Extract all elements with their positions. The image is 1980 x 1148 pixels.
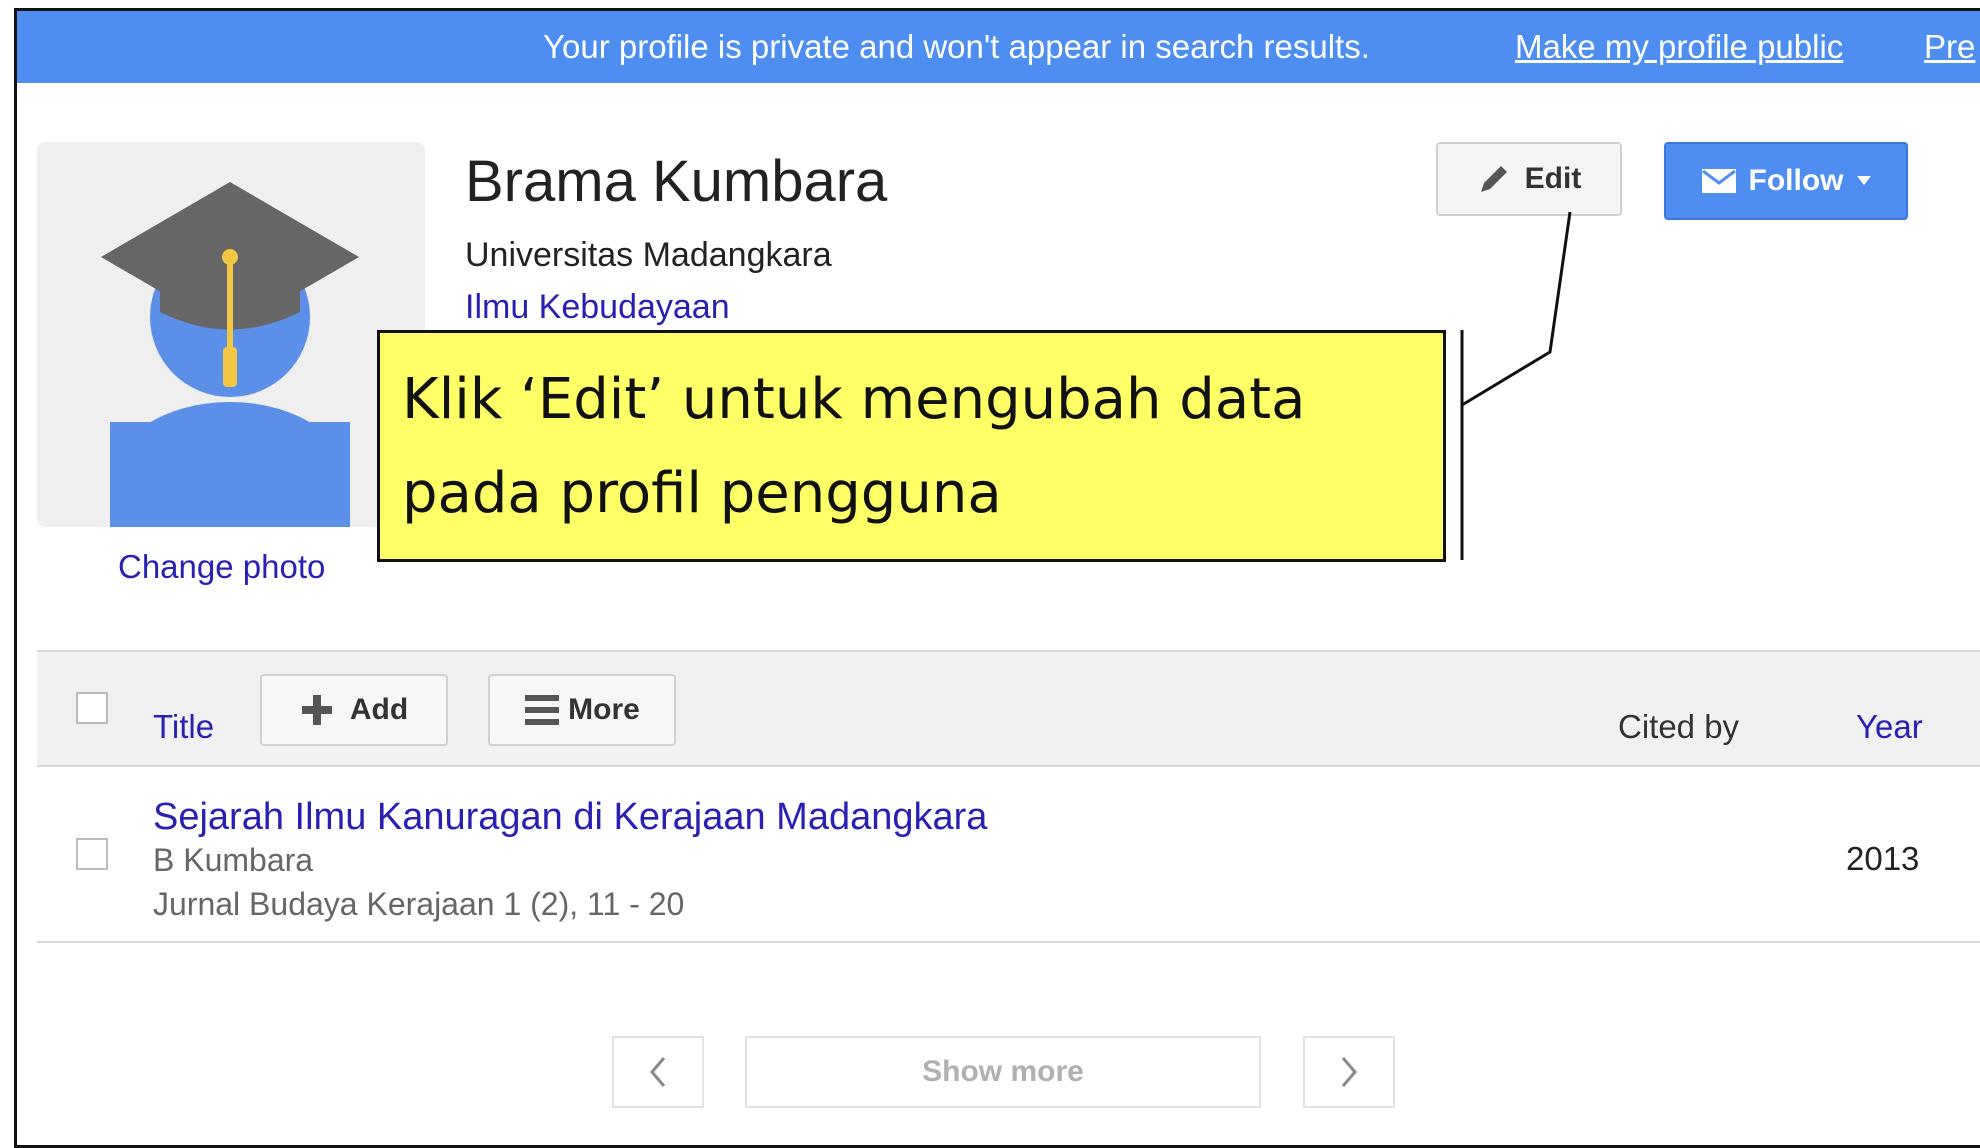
article-year: 2013 <box>1846 840 1920 877</box>
make-profile-public-link[interactable]: Make my profile public <box>1515 28 1843 66</box>
chevron-left-icon <box>648 1055 668 1089</box>
menu-icon <box>524 692 560 728</box>
previous-page-button[interactable] <box>612 1036 704 1108</box>
callout-line-2: pada profil pengguna <box>402 461 1002 526</box>
callout-line-1: Klik ‘Edit’ untuk mengubah data <box>402 367 1306 432</box>
select-all-checkbox[interactable] <box>76 692 108 724</box>
scholar-profile-screenshot: Your profile is private and won't appear… <box>0 0 1980 1148</box>
profile-field-link[interactable]: Ilmu Kebudayaan <box>465 288 730 327</box>
pencil-icon <box>1477 162 1511 196</box>
more-label: More <box>568 693 640 726</box>
add-button[interactable]: Add <box>260 674 448 746</box>
profile-affiliation: Universitas Madangkara <box>465 236 832 274</box>
next-page-button[interactable] <box>1303 1036 1395 1108</box>
plus-icon <box>300 693 334 727</box>
annotation-callout: Klik ‘Edit’ untuk mengubah data pada pro… <box>377 330 1446 562</box>
follow-label: Follow <box>1748 164 1844 197</box>
cited-by-header: Cited by <box>1618 708 1740 745</box>
article-title-link[interactable]: Sejarah Ilmu Kanuragan di Kerajaan Madan… <box>153 796 987 839</box>
add-label: Add <box>349 693 409 726</box>
change-photo-link[interactable]: Change photo <box>118 548 325 586</box>
profile-avatar[interactable] <box>37 142 425 527</box>
edit-button[interactable]: Edit <box>1436 142 1622 216</box>
show-more-button[interactable]: Show more <box>745 1036 1261 1108</box>
row-checkbox[interactable] <box>76 838 108 870</box>
privacy-message: Your profile is private and won't appear… <box>543 28 1370 65</box>
edit-label: Edit <box>1524 162 1582 195</box>
dropdown-arrow-icon <box>1857 176 1872 186</box>
sort-by-year[interactable]: Year <box>1856 708 1923 746</box>
article-authors: B Kumbara <box>153 842 314 878</box>
graduate-avatar-icon <box>101 182 359 527</box>
more-button[interactable]: More <box>488 674 676 746</box>
preview-link[interactable]: Pre <box>1924 28 1975 66</box>
envelope-icon <box>1701 168 1737 194</box>
chevron-right-icon <box>1339 1055 1359 1089</box>
sort-by-title[interactable]: Title <box>153 708 214 746</box>
privacy-banner: Your profile is private and won't appear… <box>17 11 1980 83</box>
follow-button[interactable]: Follow <box>1664 142 1908 220</box>
profile-name: Brama Kumbara <box>465 149 888 214</box>
article-journal: Jurnal Budaya Kerajaan 1 (2), 11 - 20 <box>153 886 685 922</box>
